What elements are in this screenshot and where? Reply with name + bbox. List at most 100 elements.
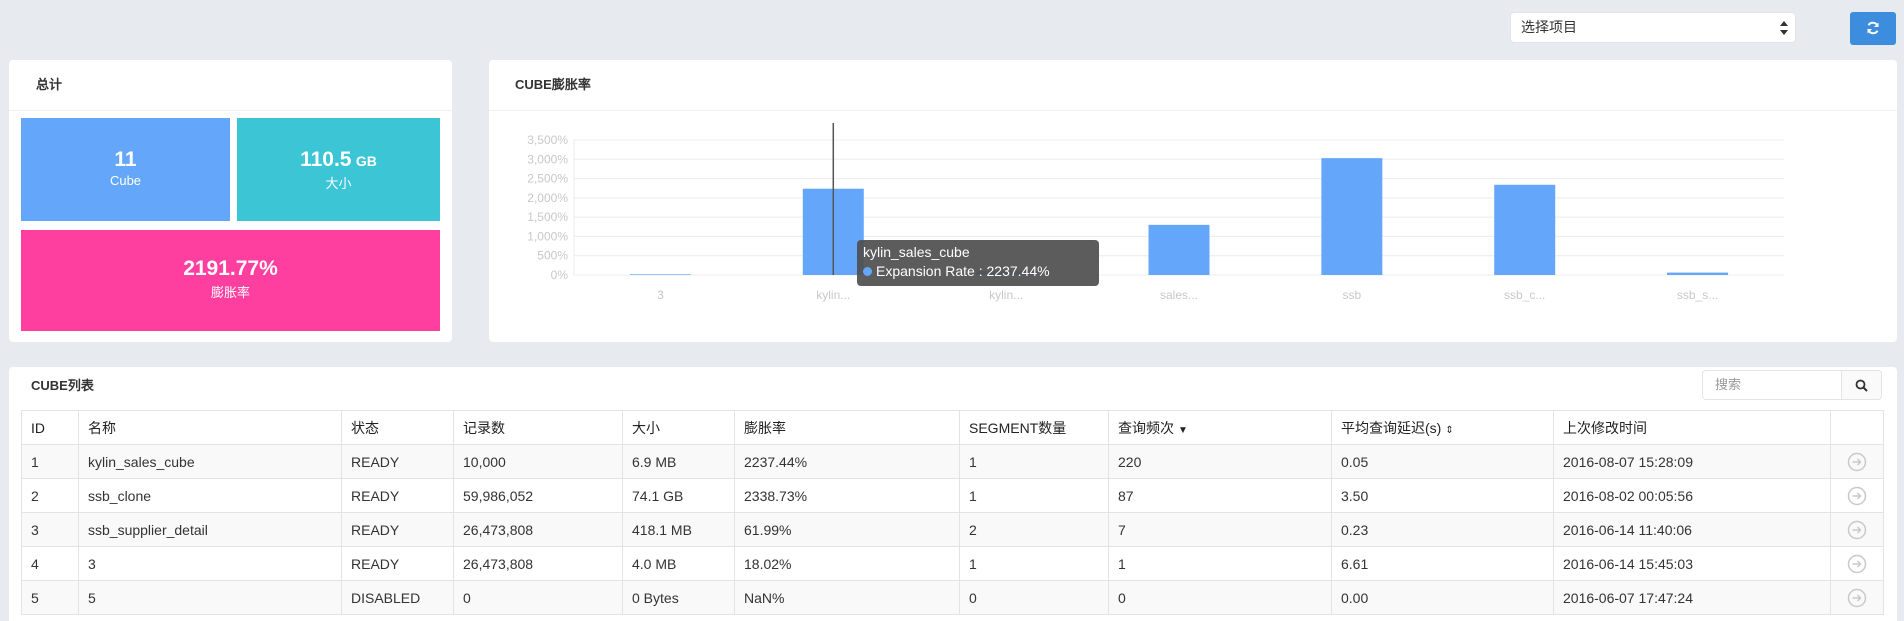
cell-records: 10,000 [453, 444, 623, 479]
cube-count-value: 11 [114, 148, 137, 171]
row-action-cell[interactable] [1830, 444, 1884, 479]
col-header-name[interactable]: 名称 [78, 410, 342, 445]
size-tile: 110.5 GB 大小 [237, 118, 440, 221]
table-row[interactable]: 1 kylin_sales_cube READY 10,000 6.9 MB 2237.4… [21, 444, 1884, 479]
cell-status: DISABLED [341, 580, 454, 615]
x-tick-label: kylin... [816, 288, 850, 302]
col-header-query-count[interactable]: 查询频次 ▼ [1108, 410, 1332, 445]
bar[interactable] [1148, 224, 1210, 275]
cube-table: ID 名称 状态 记录数 大小 膨胀率 SEGMENT数量 查询频次 ▼ 平均查询… [21, 410, 1884, 615]
col-header-id[interactable]: ID [21, 410, 79, 445]
cell-status: READY [341, 444, 454, 479]
cell-status: READY [341, 512, 454, 547]
expansion-rate-chart[interactable]: 0% 500% 1,000% 1,500% 2,000% 2,500% 3,000% 3,50… [489, 112, 1897, 342]
cell-avg-latency: 0.00 [1331, 580, 1554, 615]
cell-segments: 1 [959, 546, 1109, 581]
row-action-cell[interactable] [1830, 512, 1884, 547]
cell-name[interactable]: ssb_supplier_detail [78, 512, 342, 547]
tooltip-row: Expansion Rate : 2237.44% [863, 263, 1050, 279]
col-header-segments[interactable]: SEGMENT数量 [959, 410, 1109, 445]
x-tick-label: ssb_s... [1677, 288, 1718, 302]
table-row[interactable]: 2 ssb_clone READY 59,986,052 74.1 GB 2338.73%… [21, 478, 1884, 513]
cell-size: 6.9 MB [622, 444, 735, 479]
arrow-circle-right-icon[interactable] [1847, 588, 1867, 608]
row-action-cell[interactable] [1830, 580, 1884, 615]
cell-size: 418.1 MB [622, 512, 735, 547]
cell-name[interactable]: 5 [78, 580, 342, 615]
cell-expansion: NaN% [734, 580, 960, 615]
expansion-chart-panel: CUBE膨胀率 0% 500% 1,000% 1,500% 2,000% 2,500% 3,… [489, 60, 1897, 342]
col-header-size[interactable]: 大小 [622, 410, 735, 445]
cell-expansion: 61.99% [734, 512, 960, 547]
cell-records: 26,473,808 [453, 512, 623, 547]
bar[interactable] [1667, 272, 1729, 275]
select-arrows-icon [1780, 21, 1788, 35]
expansion-rate-value: 2191.77% [183, 257, 278, 280]
y-tick-label: 0% [551, 268, 569, 282]
cube-count-label: Cube [109, 173, 142, 188]
table-row[interactable]: 3 ssb_supplier_detail READY 26,473,808 418.1… [21, 512, 1884, 547]
col-header-status[interactable]: 状态 [341, 410, 454, 445]
series-dot-icon [863, 267, 872, 276]
cell-avg-latency: 0.23 [1331, 512, 1554, 547]
bar[interactable] [1494, 184, 1556, 275]
col-header-action [1830, 410, 1884, 445]
cell-records: 26,473,808 [453, 546, 623, 581]
y-tick-label: 3,000% [527, 152, 568, 166]
col-header-avg-latency[interactable]: 平均查询延迟(s) ⇕ [1331, 410, 1554, 445]
cell-last-modified: 2016-08-02 00:05:56 [1553, 478, 1831, 513]
row-action-cell[interactable] [1830, 478, 1884, 513]
cell-id: 1 [21, 444, 79, 479]
size-value: 110.5 [300, 148, 352, 171]
search-input[interactable]: 搜索 [1702, 370, 1842, 400]
cell-avg-latency: 0.05 [1331, 444, 1554, 479]
cell-segments: 1 [959, 444, 1109, 479]
cell-size: 4.0 MB [622, 546, 735, 581]
search-icon [1855, 379, 1868, 392]
cell-expansion: 2338.73% [734, 478, 960, 513]
cell-last-modified: 2016-06-07 17:47:24 [1553, 580, 1831, 615]
project-select[interactable]: 选择项目 [1510, 12, 1796, 43]
tooltip-value: Expansion Rate : 2237.44% [876, 263, 1050, 279]
expansion-rate-tile: 2191.77% 膨胀率 [21, 230, 440, 331]
cell-name[interactable]: ssb_clone [78, 478, 342, 513]
col-header-records[interactable]: 记录数 [453, 410, 623, 445]
cell-name[interactable]: kylin_sales_cube [78, 444, 342, 479]
refresh-button[interactable] [1850, 12, 1896, 45]
arrow-circle-right-icon[interactable] [1847, 520, 1867, 540]
top-bar: 选择项目 [0, 0, 1904, 56]
cell-records: 59,986,052 [453, 478, 623, 513]
bar[interactable] [629, 274, 691, 275]
y-tick-label: 1,000% [527, 229, 568, 243]
cell-id: 3 [21, 512, 79, 547]
col-header-expansion[interactable]: 膨胀率 [734, 410, 960, 445]
cell-size: 0 Bytes [622, 580, 735, 615]
cell-id: 5 [21, 580, 79, 615]
cell-last-modified: 2016-08-07 15:28:09 [1553, 444, 1831, 479]
search-button[interactable] [1842, 370, 1882, 400]
cell-avg-latency: 3.50 [1331, 478, 1554, 513]
cell-last-modified: 2016-06-14 15:45:03 [1553, 546, 1831, 581]
cell-segments: 0 [959, 580, 1109, 615]
cell-avg-latency: 6.61 [1331, 546, 1554, 581]
x-tick-label: 3 [657, 288, 664, 302]
row-action-cell[interactable] [1830, 546, 1884, 581]
cell-query-count: 220 [1108, 444, 1332, 479]
cell-expansion: 2237.44% [734, 444, 960, 479]
cell-status: READY [341, 546, 454, 581]
size-label: 大小 [325, 176, 352, 191]
arrow-circle-right-icon[interactable] [1847, 554, 1867, 574]
cube-count-tile: 11 Cube [21, 118, 230, 221]
cell-expansion: 18.02% [734, 546, 960, 581]
cell-id: 2 [21, 478, 79, 513]
sort-desc-icon: ▼ [1178, 424, 1188, 436]
table-row[interactable]: 5 5 DISABLED 0 0 Bytes NaN% 0 0 0.00 2016-06-07 1… [21, 580, 1884, 615]
arrow-circle-right-icon[interactable] [1847, 452, 1867, 472]
total-panel-title: 总计 [9, 60, 452, 111]
cell-name[interactable]: 3 [78, 546, 342, 581]
y-tick-label: 500% [537, 249, 568, 263]
col-header-last-modified[interactable]: 上次修改时间 [1553, 410, 1831, 445]
bar[interactable] [1321, 158, 1383, 275]
arrow-circle-right-icon[interactable] [1847, 486, 1867, 506]
table-row[interactable]: 4 3 READY 26,473,808 4.0 MB 18.02% 1 1 6.61 2016-… [21, 546, 1884, 581]
